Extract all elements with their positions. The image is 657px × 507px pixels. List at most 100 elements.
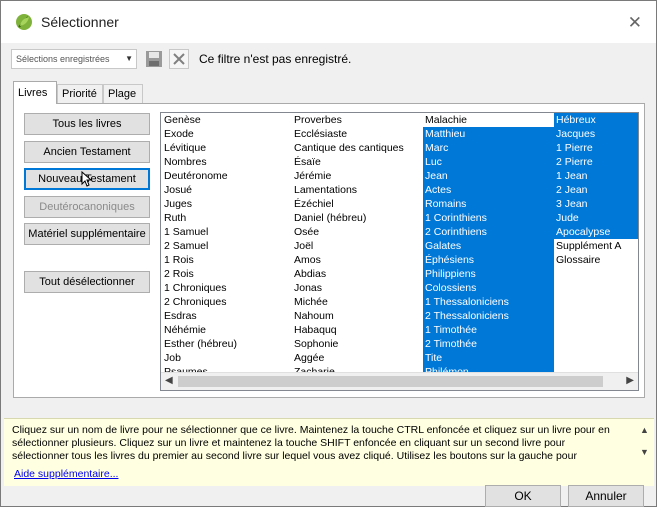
book-item[interactable]: Habaquq bbox=[292, 323, 423, 337]
book-item[interactable]: Hébreux bbox=[554, 113, 638, 127]
more-help-link[interactable]: Aide supplémentaire... bbox=[14, 468, 118, 480]
book-item[interactable]: Job bbox=[162, 351, 292, 365]
book-item[interactable]: Glossaire bbox=[554, 253, 638, 267]
book-item[interactable]: Jude bbox=[554, 211, 638, 225]
scrollbar-thumb[interactable] bbox=[178, 376, 603, 387]
book-item[interactable]: 3 Jean bbox=[554, 197, 638, 211]
books-list[interactable]: Genèse Exode Lévitique Nombres Deutéronome Jo… bbox=[160, 112, 639, 391]
book-item[interactable]: 1 Chroniques bbox=[162, 281, 292, 295]
old-testament-button[interactable]: Ancien Testament bbox=[24, 141, 150, 163]
deselect-all-button[interactable]: Tout désélectionner bbox=[24, 271, 150, 293]
book-item[interactable]: 2 Corinthiens bbox=[423, 225, 554, 239]
book-item[interactable]: 2 Samuel bbox=[162, 239, 292, 253]
book-item[interactable]: Marc bbox=[423, 141, 554, 155]
book-item[interactable]: Galates bbox=[423, 239, 554, 253]
book-item[interactable]: 2 Thessaloniciens bbox=[423, 309, 554, 323]
leaf-icon bbox=[16, 14, 32, 30]
books-column-1: Genèse Exode Lévitique Nombres Deutéronome Jo… bbox=[162, 113, 292, 379]
books-column-2: Proverbes Ecclésiaste Cantique des cantiqu… bbox=[292, 113, 423, 379]
book-item[interactable]: Ésaïe bbox=[292, 155, 423, 169]
book-item[interactable]: Esdras bbox=[162, 309, 292, 323]
close-icon[interactable]: ✕ bbox=[628, 13, 642, 33]
book-item[interactable]: Ézéchiel bbox=[292, 197, 423, 211]
book-item[interactable]: Philippiens bbox=[423, 267, 554, 281]
book-item[interactable]: Nahoum bbox=[292, 309, 423, 323]
book-item[interactable]: 1 Timothée bbox=[423, 323, 554, 337]
book-item[interactable]: Luc bbox=[423, 155, 554, 169]
book-item[interactable]: Cantique des cantiques bbox=[292, 141, 423, 155]
book-item[interactable]: Actes bbox=[423, 183, 554, 197]
book-item[interactable]: Ecclésiaste bbox=[292, 127, 423, 141]
book-item[interactable]: 2 Jean bbox=[554, 183, 638, 197]
book-item[interactable]: Ruth bbox=[162, 211, 292, 225]
book-item[interactable]: Juges bbox=[162, 197, 292, 211]
book-item[interactable]: Josué bbox=[162, 183, 292, 197]
books-column-3: Malachie Matthieu Marc Luc Jean Actes Romains 1… bbox=[423, 113, 554, 379]
book-item[interactable]: Daniel (hébreu) bbox=[292, 211, 423, 225]
book-item[interactable]: Abdias bbox=[292, 267, 423, 281]
book-item[interactable]: Éphésiens bbox=[423, 253, 554, 267]
book-item[interactable]: 2 Chroniques bbox=[162, 295, 292, 309]
book-item[interactable]: Jonas bbox=[292, 281, 423, 295]
window-title: Sélectionner bbox=[41, 14, 119, 30]
book-item[interactable]: Romains bbox=[423, 197, 554, 211]
ok-button[interactable]: OK bbox=[485, 485, 561, 507]
book-item[interactable]: 1 Rois bbox=[162, 253, 292, 267]
scroll-up-icon[interactable]: ▲ bbox=[640, 425, 649, 435]
tab-priority[interactable]: Priorité bbox=[57, 84, 103, 103]
book-item[interactable]: Genèse bbox=[162, 113, 292, 127]
help-vertical-scrollbar[interactable]: ▲ ▼ bbox=[636, 419, 654, 467]
book-item[interactable]: Amos bbox=[292, 253, 423, 267]
book-item[interactable]: Lévitique bbox=[162, 141, 292, 155]
book-item[interactable]: 1 Corinthiens bbox=[423, 211, 554, 225]
tab-range[interactable]: Plage bbox=[103, 84, 143, 103]
book-item[interactable]: Apocalypse bbox=[554, 225, 638, 239]
saved-selections-dropdown[interactable]: Sélections enregistrées ▼ bbox=[11, 49, 137, 69]
delete-icon[interactable] bbox=[169, 49, 189, 69]
book-item[interactable]: Jacques bbox=[554, 127, 638, 141]
cancel-button[interactable]: Annuler bbox=[568, 485, 644, 507]
book-item[interactable]: Esther (hébreu) bbox=[162, 337, 292, 351]
book-item[interactable]: Lamentations bbox=[292, 183, 423, 197]
book-item[interactable]: Sophonie bbox=[292, 337, 423, 351]
help-text: Cliquez sur un nom de livre pour ne séle… bbox=[12, 424, 610, 462]
book-item[interactable]: Joël bbox=[292, 239, 423, 253]
book-item[interactable]: 2 Timothée bbox=[423, 337, 554, 351]
book-item[interactable]: Néhémie bbox=[162, 323, 292, 337]
book-item[interactable]: Nombres bbox=[162, 155, 292, 169]
saved-selections-value: Sélections enregistrées bbox=[16, 54, 110, 64]
books-panel: Tous les livres Ancien Testament Nouveau… bbox=[13, 103, 645, 398]
book-item[interactable]: Malachie bbox=[423, 113, 554, 127]
book-item[interactable]: Jérémie bbox=[292, 169, 423, 183]
deuterocanonical-button[interactable]: Deutérocanoniques bbox=[24, 196, 150, 218]
all-books-button[interactable]: Tous les livres bbox=[24, 113, 150, 135]
book-item[interactable]: 2 Rois bbox=[162, 267, 292, 281]
tab-books[interactable]: Livres bbox=[13, 81, 57, 104]
book-item[interactable]: Matthieu bbox=[423, 127, 554, 141]
book-item[interactable]: 1 Jean bbox=[554, 169, 638, 183]
scroll-down-icon[interactable]: ▼ bbox=[640, 447, 649, 457]
book-item[interactable]: Jean bbox=[423, 169, 554, 183]
book-item[interactable]: 2 Pierre bbox=[554, 155, 638, 169]
book-item[interactable]: Osée bbox=[292, 225, 423, 239]
book-item[interactable]: Supplément A bbox=[554, 239, 638, 253]
book-item[interactable]: Colossiens bbox=[423, 281, 554, 295]
chevron-down-icon: ▼ bbox=[125, 54, 133, 63]
help-panel: Cliquez sur un nom de livre pour ne séle… bbox=[4, 418, 654, 486]
book-item[interactable]: Aggée bbox=[292, 351, 423, 365]
title-bar: Sélectionner ✕ bbox=[1, 1, 656, 43]
book-item[interactable]: Exode bbox=[162, 127, 292, 141]
book-item[interactable]: 1 Thessaloniciens bbox=[423, 295, 554, 309]
save-icon[interactable] bbox=[145, 50, 163, 68]
book-item[interactable]: 1 Samuel bbox=[162, 225, 292, 239]
supplementary-material-button[interactable]: Matériel supplémentaire bbox=[24, 223, 150, 245]
book-item[interactable]: 1 Pierre bbox=[554, 141, 638, 155]
book-item[interactable]: Michée bbox=[292, 295, 423, 309]
book-item[interactable]: Tite bbox=[423, 351, 554, 365]
scroll-left-icon[interactable]: ◀ bbox=[165, 375, 173, 386]
cursor-icon bbox=[81, 171, 93, 187]
book-item[interactable]: Proverbes bbox=[292, 113, 423, 127]
horizontal-scrollbar[interactable]: ◀ ▶ bbox=[161, 372, 638, 390]
book-item[interactable]: Deutéronome bbox=[162, 169, 292, 183]
scroll-right-icon[interactable]: ▶ bbox=[626, 375, 634, 386]
